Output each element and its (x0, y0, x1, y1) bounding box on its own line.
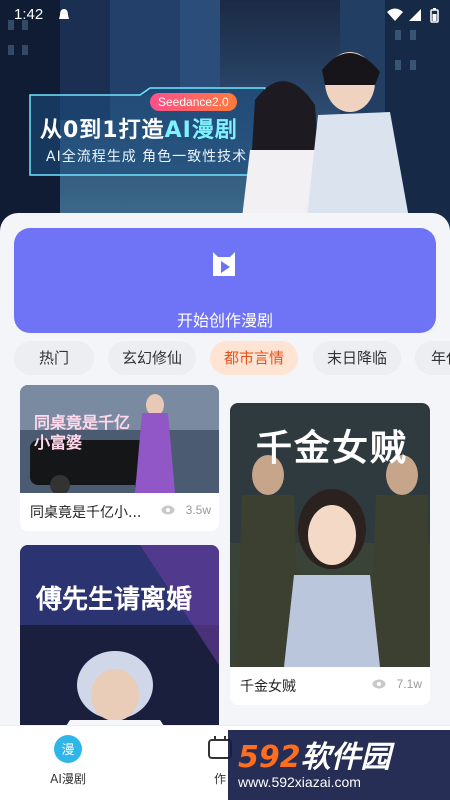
eye-icon (372, 679, 386, 689)
nav-label: AI漫剧 (50, 772, 86, 786)
status-bar: 1:42 (0, 0, 450, 30)
nav-label: 作 (213, 772, 226, 786)
notification-icon (59, 9, 69, 19)
poster-title: 千金女贼 (256, 428, 409, 469)
card-views: 7.1w (396, 677, 422, 691)
svg-text:漫: 漫 (61, 743, 74, 758)
drama-card[interactable]: 同桌竟是千亿 小富婆 同桌竟是千亿小... 3.5w (20, 385, 219, 531)
start-create-label: 开始创作漫剧 (176, 311, 273, 330)
watermark-digits: 592 (238, 740, 301, 775)
hero-title-prefix: 从0到1打造 (40, 118, 165, 143)
status-time: 1:42 (14, 6, 44, 23)
eye-icon (161, 505, 175, 515)
card-views: 3.5w (185, 503, 211, 517)
hero-subtitle: AI全流程生成 角色一致性技术 (46, 149, 248, 165)
app-screen: Seedance2.0 从0到1打造AI漫剧 AI全流程生成 角色一致性技术 1… (0, 0, 450, 800)
camera-icon (213, 252, 235, 276)
poster-title: 同桌竟是千亿 小富婆 (34, 413, 131, 452)
drama-card[interactable]: 千金女贼 千金女贼 7.1w (230, 403, 430, 705)
manga-icon: 漫 (54, 735, 82, 763)
card-meta: 同桌竟是千亿小... 3.5w (20, 493, 219, 531)
card-title: 同桌竟是千亿小... (30, 505, 142, 521)
poster-image (20, 545, 219, 735)
battery-icon (430, 8, 439, 23)
start-create-button[interactable]: 开始创作漫剧 (14, 228, 436, 333)
card-meta: 千金女贼 7.1w (230, 667, 430, 705)
tab-fantasy[interactable]: 玄幻修仙 (108, 341, 196, 375)
category-tabs: 热门 玄幻修仙 都市言情 末日降临 年代 (0, 341, 450, 377)
hero-version-tag: Seedance2.0 (150, 93, 237, 111)
hero-title: 从0到1打造AI漫剧 (40, 112, 238, 144)
tab-urban-romance[interactable]: 都市言情 (210, 341, 298, 375)
site-watermark: 592软件园 www.592xiazai.com (228, 730, 450, 800)
signal-icon (409, 9, 421, 21)
content-panel: 开始创作漫剧 热门 玄幻修仙 都市言情 末日降临 年代 同桌竟是千亿 小富婆 同… (0, 213, 450, 735)
poster-title: 傅先生请离婚 (36, 585, 193, 615)
drama-card[interactable]: 傅先生请离婚 (20, 545, 219, 735)
watermark-logo: 592软件园 (238, 732, 391, 776)
hero-banner[interactable]: Seedance2.0 从0到1打造AI漫剧 AI全流程生成 角色一致性技术 (0, 0, 450, 235)
watermark-text: 软件园 (300, 740, 391, 775)
hero-title-highlight: AI漫剧 (164, 118, 238, 143)
tab-hot[interactable]: 热门 (14, 341, 94, 375)
tab-apocalypse[interactable]: 末日降临 (313, 341, 401, 375)
nav-item-ai-manga[interactable]: 漫 AI漫剧 (8, 734, 128, 787)
tab-era[interactable]: 年代 (415, 341, 450, 375)
watermark-url: www.592xiazai.com (238, 774, 361, 790)
wifi-icon (387, 8, 403, 21)
card-title: 千金女贼 (240, 679, 296, 695)
